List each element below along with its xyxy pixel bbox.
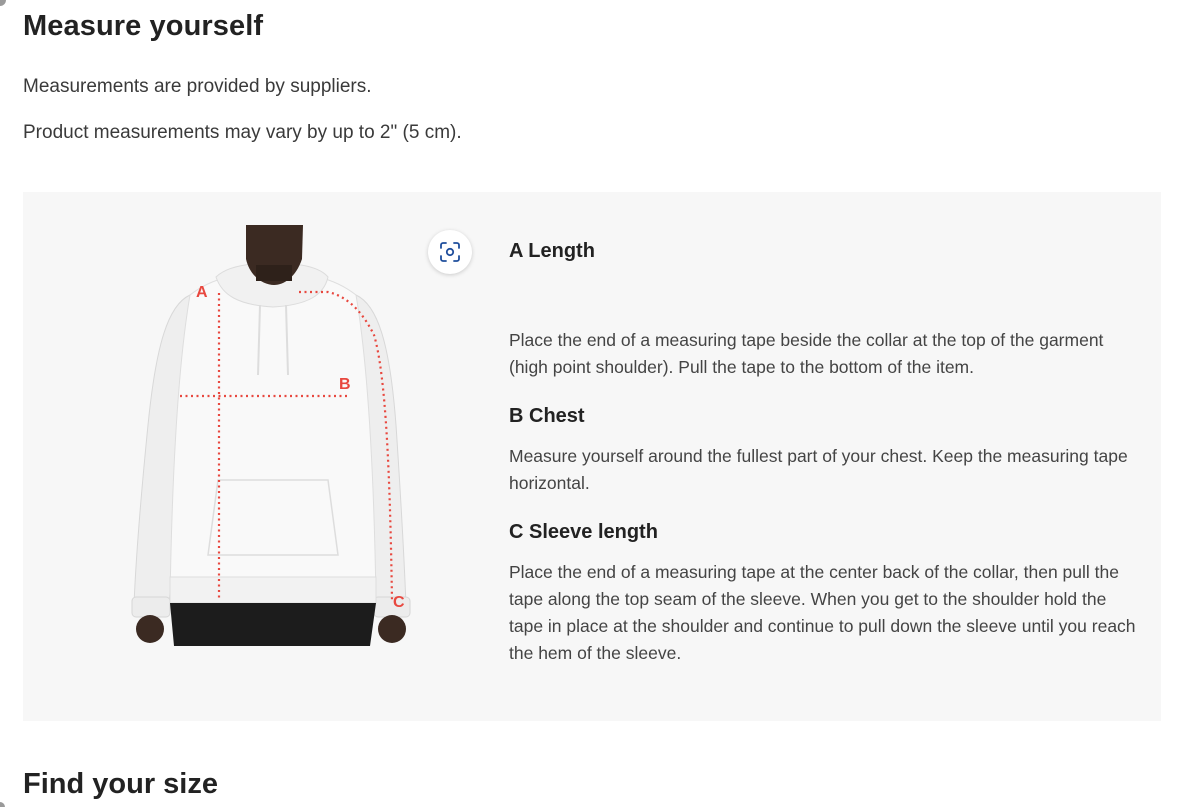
hoodie-measurement-illustration: A B C xyxy=(131,225,411,646)
section-title-length: A Length xyxy=(509,240,595,262)
section-title-chest: B Chest xyxy=(509,405,585,427)
find-size-heading: Find your size xyxy=(23,768,218,800)
window-corner xyxy=(0,0,6,6)
section-title-sleeve: C Sleeve length xyxy=(509,521,658,543)
window-corner xyxy=(0,802,5,807)
section-desc-chest: Measure yourself around the fullest part… xyxy=(509,446,1128,493)
zoom-scan-icon xyxy=(440,242,460,262)
marker-b: B xyxy=(339,376,351,393)
supplier-note: Measurements are provided by suppliers. xyxy=(23,76,372,97)
variance-note: Product measurements may vary by up to 2… xyxy=(23,122,462,143)
measure-guide-panel: A B C A Length Place the end of a measur… xyxy=(23,192,1161,721)
section-desc-sleeve: Place the end of a measuring tape at the… xyxy=(509,562,1136,663)
page-title: Measure yourself xyxy=(23,10,264,42)
marker-a: A xyxy=(196,284,208,301)
zoom-image-button[interactable] xyxy=(428,230,472,274)
marker-c: C xyxy=(393,594,405,611)
section-desc-length: Place the end of a measuring tape beside… xyxy=(509,330,1104,377)
